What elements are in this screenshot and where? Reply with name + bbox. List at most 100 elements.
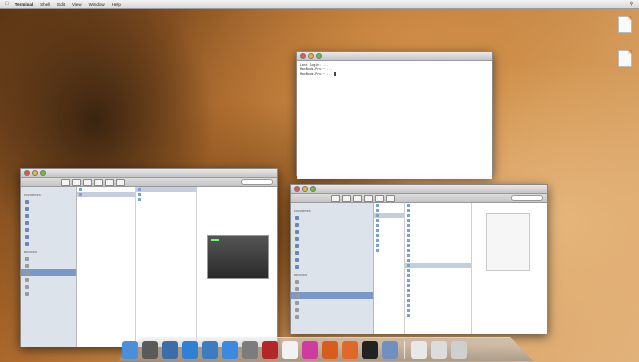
sidebar-item[interactable]: [291, 249, 373, 256]
sidebar-item[interactable]: [291, 292, 373, 299]
downloads-stack-icon[interactable]: [431, 341, 447, 359]
sidebar-item[interactable]: [291, 263, 373, 270]
list-item[interactable]: [77, 192, 135, 197]
sidebar-item[interactable]: [291, 306, 373, 313]
desktop-file-1[interactable]: [611, 16, 639, 35]
finder-titlebar[interactable]: [291, 185, 547, 194]
sidebar-item[interactable]: [291, 228, 373, 235]
mission-control-icon[interactable]: [162, 341, 178, 359]
sidebar-item[interactable]: [291, 235, 373, 242]
sidebar-item[interactable]: [291, 221, 373, 228]
menu-shell[interactable]: Shell: [40, 2, 50, 7]
terminal-content[interactable]: Last login: ... MacBook-Pro:~ ... MacBook-…: [297, 61, 492, 179]
forward-button[interactable]: [72, 178, 81, 186]
terminal-icon[interactable]: [362, 341, 378, 359]
view-columns-button[interactable]: [375, 194, 384, 202]
sidebar-item[interactable]: [291, 242, 373, 249]
action-button[interactable]: [386, 194, 395, 202]
sidebar-item[interactable]: [291, 299, 373, 306]
zoom-icon[interactable]: [40, 170, 46, 176]
sidebar-section-heading: DEVICES: [294, 273, 308, 277]
list-item[interactable]: [405, 313, 471, 318]
list-item[interactable]: [136, 197, 196, 202]
spotlight-icon[interactable]: ⚲: [630, 1, 633, 7]
zoom-icon[interactable]: [310, 186, 316, 192]
sidebar-item[interactable]: [21, 226, 76, 233]
file-icon: [407, 254, 410, 257]
sidebar-item[interactable]: [21, 233, 76, 240]
sidebar-item[interactable]: [21, 283, 76, 290]
menu-help[interactable]: Help: [112, 2, 121, 7]
desktop-file-2[interactable]: [611, 50, 639, 69]
close-icon[interactable]: [294, 186, 300, 192]
menu-window[interactable]: Window: [89, 2, 105, 7]
close-icon[interactable]: [300, 53, 306, 59]
search-input[interactable]: [241, 179, 273, 185]
preview-icon[interactable]: [382, 341, 398, 359]
sidebar-item[interactable]: [21, 219, 76, 226]
file-icon: [407, 219, 410, 222]
list-item[interactable]: [374, 248, 404, 253]
view-list-button[interactable]: [94, 178, 103, 186]
minimize-icon[interactable]: [32, 170, 38, 176]
sidebar-item[interactable]: [21, 262, 76, 269]
minimize-icon[interactable]: [302, 186, 308, 192]
file-icon: [407, 294, 410, 297]
view-icons-button[interactable]: [353, 194, 362, 202]
action-button[interactable]: [116, 178, 125, 186]
back-button[interactable]: [61, 178, 70, 186]
search-input[interactable]: [511, 195, 543, 201]
sidebar-item[interactable]: [21, 205, 76, 212]
finder-icon[interactable]: [122, 341, 138, 359]
sidebar-item[interactable]: [291, 214, 373, 221]
sidebar-item[interactable]: [21, 198, 76, 205]
close-icon[interactable]: [24, 170, 30, 176]
sidebar-item[interactable]: [21, 212, 76, 219]
file-icon: [407, 244, 410, 247]
view-icons-button[interactable]: [83, 178, 92, 186]
menu-edit[interactable]: Edit: [57, 2, 65, 7]
folder-icon: [25, 234, 29, 239]
terminal-titlebar[interactable]: [297, 52, 492, 61]
back-button[interactable]: [331, 194, 340, 202]
sidebar-item[interactable]: [291, 313, 373, 320]
minimize-icon[interactable]: [308, 53, 314, 59]
mail-icon[interactable]: [202, 341, 218, 359]
terminal-window[interactable]: Last login: ... MacBook-Pro:~ ... MacBook-…: [296, 51, 493, 179]
file-icon: [79, 193, 82, 196]
view-columns-button[interactable]: [105, 178, 114, 186]
document-icon: [618, 50, 632, 67]
documents-stack-icon[interactable]: [411, 341, 427, 359]
finder-window-left[interactable]: FAVORITES DEVICES: [20, 168, 278, 347]
sidebar-item[interactable]: [291, 285, 373, 292]
itunes-icon[interactable]: [302, 341, 318, 359]
sidebar-item[interactable]: [21, 269, 76, 276]
apple-menu-icon[interactable]: : [5, 1, 9, 7]
launchpad-icon[interactable]: [142, 341, 158, 359]
sidebar-item[interactable]: [21, 290, 76, 297]
sidebar-item[interactable]: [21, 255, 76, 262]
view-list-button[interactable]: [364, 194, 373, 202]
app-store-icon[interactable]: [182, 341, 198, 359]
finder-window-right[interactable]: FAVORITES DEVICES: [290, 184, 548, 334]
forward-button[interactable]: [342, 194, 351, 202]
disk-icon: [25, 256, 29, 261]
system-preferences-icon[interactable]: [242, 341, 258, 359]
sidebar-item[interactable]: [291, 278, 373, 285]
photo-booth-icon[interactable]: [262, 341, 278, 359]
sidebar-item[interactable]: [21, 276, 76, 283]
sidebar-item[interactable]: [291, 256, 373, 263]
zoom-icon[interactable]: [316, 53, 322, 59]
safari-icon[interactable]: [222, 341, 238, 359]
preview-pane: [472, 203, 547, 334]
trash-icon[interactable]: [451, 341, 467, 359]
menu-view[interactable]: View: [72, 2, 82, 7]
calendar-icon[interactable]: [282, 341, 298, 359]
sidebar-item[interactable]: [21, 240, 76, 247]
file-icon: [138, 188, 141, 191]
menu-app-name[interactable]: Terminal: [15, 2, 33, 7]
ibooks-icon[interactable]: [322, 341, 338, 359]
firefox-icon[interactable]: [342, 341, 358, 359]
finder-titlebar[interactable]: [21, 169, 277, 178]
column-2: [405, 203, 472, 334]
